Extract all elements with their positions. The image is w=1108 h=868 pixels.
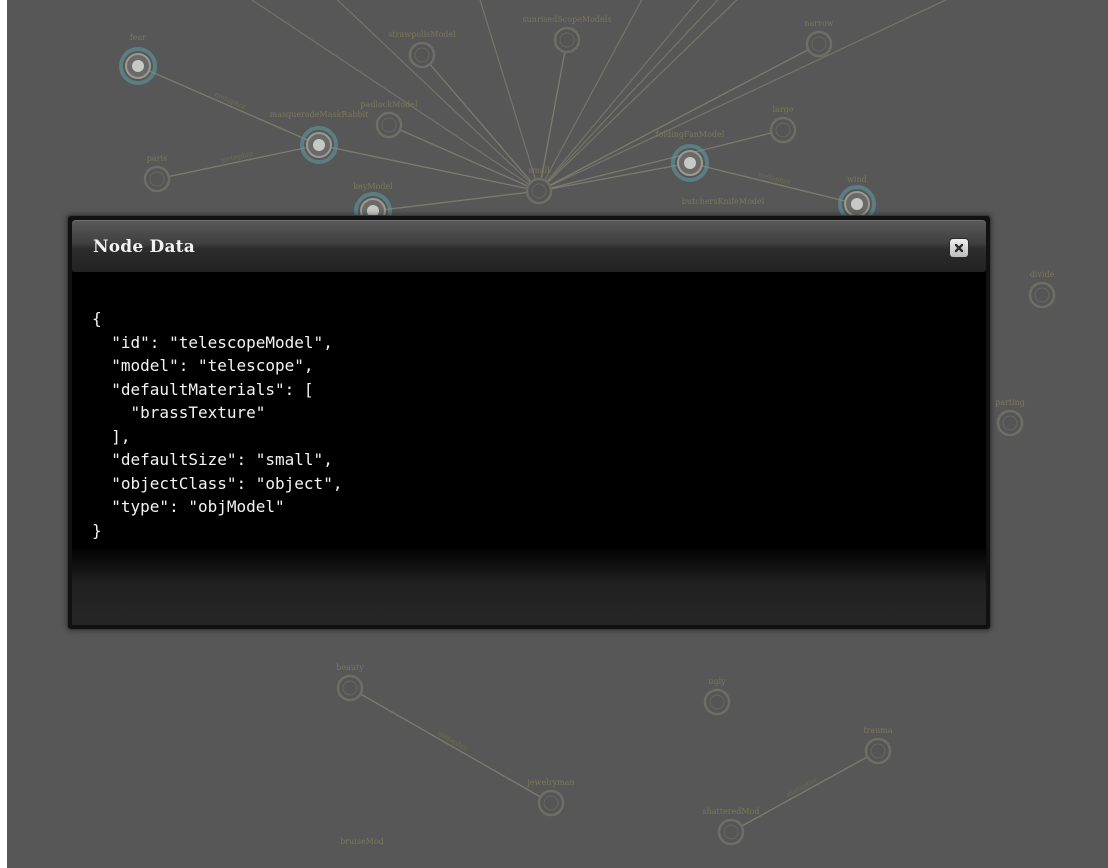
node-label: ugly	[708, 677, 726, 686]
node-label: jewelryman	[526, 778, 574, 787]
graph-edge	[156, 144, 320, 180]
node-label: small	[528, 166, 550, 175]
node-label: bruiseMod	[340, 837, 384, 846]
node-label: paris	[147, 154, 167, 163]
node-label: narrow	[804, 19, 833, 28]
graph-node[interactable]: large	[769, 105, 797, 144]
graph-node[interactable]: butchersKnifeModel	[682, 197, 765, 206]
node-label: strawpollsModel	[388, 30, 456, 39]
graph-edge	[538, 129, 784, 192]
graph-node[interactable]: padlockModel	[360, 100, 418, 139]
close-button[interactable]	[950, 239, 968, 257]
node-label: large	[772, 105, 793, 114]
graph-edge	[336, 0, 540, 192]
graph-edge	[538, 0, 948, 192]
node-label: padlockModel	[360, 100, 418, 109]
dialog-header[interactable]: Node Data	[72, 220, 986, 272]
graph-edge	[349, 687, 552, 804]
node-label: divide	[1030, 270, 1055, 279]
edge-label: metaphor	[785, 775, 819, 799]
graph-edge	[137, 65, 320, 146]
graph-node[interactable]: fear	[119, 33, 157, 85]
graph-node[interactable]: ugly	[703, 677, 731, 716]
node-label: shatteredMod	[703, 807, 760, 816]
node-label: beauty	[336, 663, 364, 672]
graph-node[interactable]: strawpollsModel	[388, 30, 456, 69]
graph-node[interactable]: shatteredMod	[703, 807, 760, 846]
node-label: trauma	[863, 726, 893, 735]
edge-label: metaphor	[436, 729, 470, 753]
graph-node[interactable]: narrow	[804, 19, 834, 58]
dialog-title: Node Data	[93, 237, 195, 257]
graph-node[interactable]: paris	[143, 154, 171, 193]
graph-edge	[372, 190, 540, 212]
node-label: foldingFanModel	[656, 130, 725, 139]
node-label: sunrisedScopeModels	[523, 15, 612, 24]
graph-node[interactable]: small	[525, 166, 553, 205]
graph-node[interactable]: sunrisedScopeModels	[523, 15, 612, 54]
node-label: parting	[995, 398, 1025, 407]
dialog-body: { "id": "telescopeModel", "model": "tele…	[72, 272, 986, 625]
graph-node[interactable]: beauty	[336, 663, 364, 702]
node-data-dialog: Node Data { "id": "telescopeModel", "mod…	[67, 215, 991, 630]
graph-node[interactable]: parting	[995, 398, 1025, 437]
node-label: keyModel	[353, 182, 393, 191]
close-x-icon	[954, 243, 964, 253]
graph-edge	[730, 750, 879, 833]
graph-node[interactable]: masqueradeMaskRabbit	[270, 110, 370, 164]
graph-edge	[250, 0, 540, 192]
graph-node[interactable]: trauma	[863, 726, 893, 765]
graph-edge	[388, 124, 540, 192]
node-label: butchersKnifeModel	[682, 197, 765, 206]
node-label: masqueradeMaskRabbit	[270, 110, 370, 119]
graph-node[interactable]: foldingFanModel	[656, 130, 725, 182]
graph-node[interactable]: bruiseMod	[340, 837, 384, 846]
node-json-content: { "id": "telescopeModel", "model": "tele…	[92, 309, 343, 540]
node-label: wind	[847, 175, 867, 184]
node-label: fear	[130, 33, 146, 42]
graph-node[interactable]: divide	[1028, 270, 1056, 309]
graph-node[interactable]: jewelryman	[526, 778, 575, 817]
